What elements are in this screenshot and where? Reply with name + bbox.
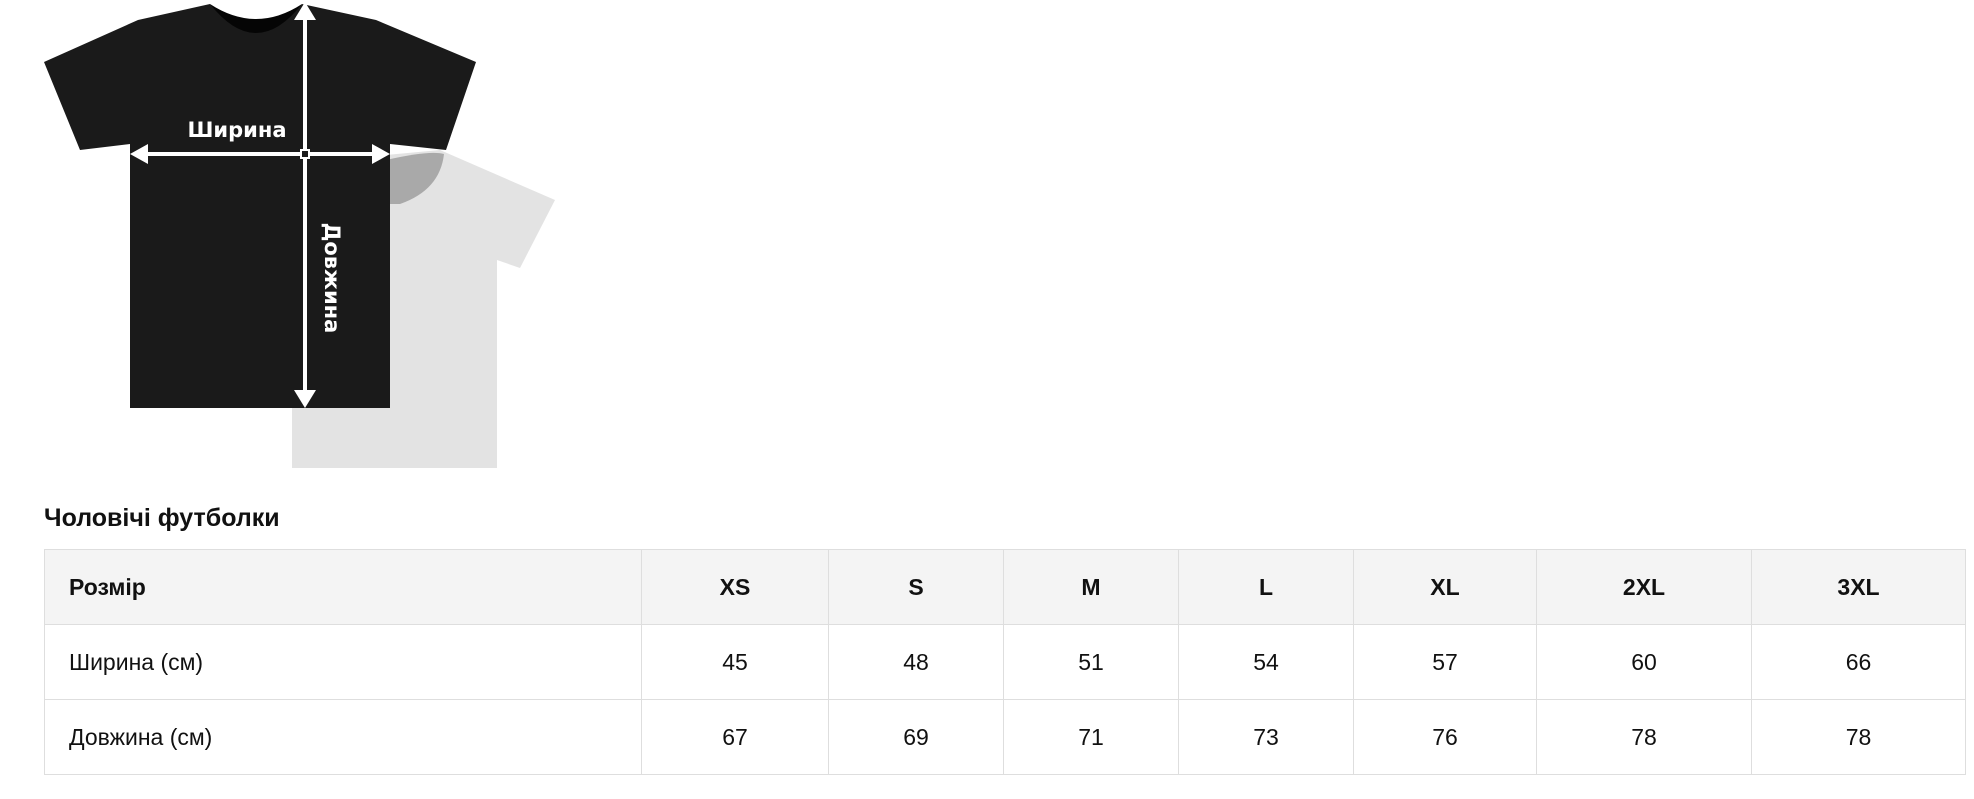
- table-cell: 51: [1003, 624, 1179, 700]
- size-header-cell: S: [828, 549, 1004, 625]
- section-title: Чоловічі футболки: [44, 504, 280, 532]
- table-cell: 69: [828, 699, 1004, 775]
- row-label: Ширина (см): [44, 624, 642, 700]
- arrow-intersection-marker: [300, 149, 310, 159]
- size-header-cell: M: [1003, 549, 1179, 625]
- table-cell: 78: [1751, 699, 1966, 775]
- tshirt-measurement-svg: Ширина Довжина: [44, 2, 555, 468]
- width-label: Ширина: [187, 118, 286, 142]
- size-header-cell: XL: [1353, 549, 1537, 625]
- table-cell: 66: [1751, 624, 1966, 700]
- table-header-row: Розмір XS S M L XL 2XL 3XL: [44, 549, 1966, 625]
- size-header-cell: 2XL: [1536, 549, 1752, 625]
- table-cell: 54: [1178, 624, 1354, 700]
- table-cell: 76: [1353, 699, 1537, 775]
- size-header-cell: XS: [641, 549, 829, 625]
- table-cell: 60: [1536, 624, 1752, 700]
- table-cell: 57: [1353, 624, 1537, 700]
- table-cell: 73: [1178, 699, 1354, 775]
- size-header-cell: 3XL: [1751, 549, 1966, 625]
- table-row: Ширина (см) 45 48 51 54 57 60 66: [44, 624, 1966, 700]
- row-label: Довжина (см): [44, 699, 642, 775]
- table-cell: 71: [1003, 699, 1179, 775]
- table-cell: 45: [641, 624, 829, 700]
- size-header-cell: L: [1178, 549, 1354, 625]
- table-cell: 67: [641, 699, 829, 775]
- size-header-label: Розмір: [44, 549, 642, 625]
- length-label: Довжина: [320, 223, 344, 334]
- table-cell: 78: [1536, 699, 1752, 775]
- table-row: Довжина (см) 67 69 71 73 76 78 78: [44, 699, 1966, 775]
- size-chart-table: Розмір XS S M L XL 2XL 3XL Ширина (см) 4…: [44, 549, 1966, 775]
- table-cell: 48: [828, 624, 1004, 700]
- tshirt-measurement-diagram: Ширина Довжина: [0, 0, 560, 470]
